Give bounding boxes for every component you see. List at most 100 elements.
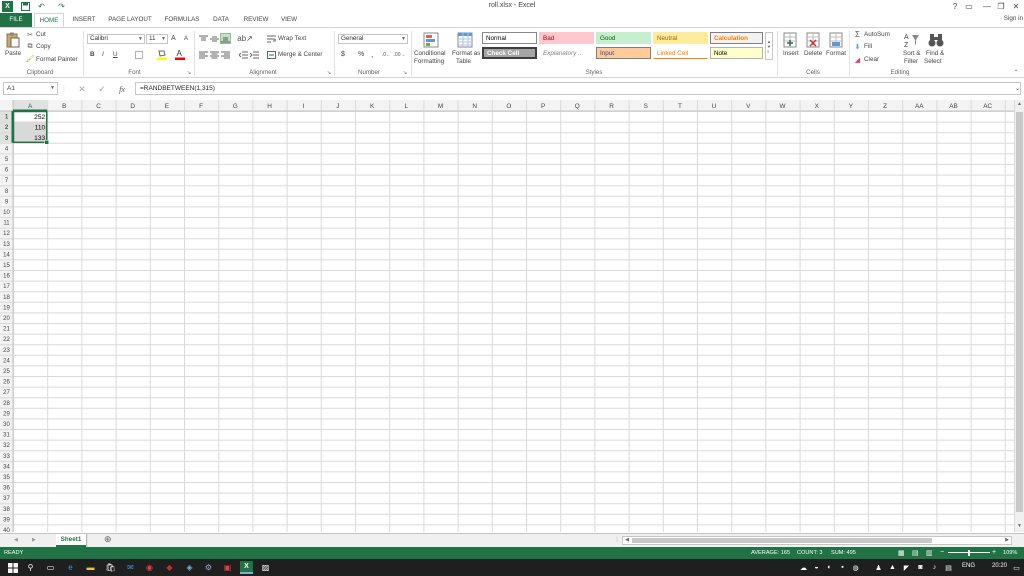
number-format-select[interactable]: General ▼: [338, 34, 408, 44]
align-right-icon[interactable]: [220, 50, 230, 59]
decrease-indent-icon[interactable]: [238, 50, 248, 59]
delete-cells-icon[interactable]: [805, 31, 821, 49]
maximize-button[interactable]: ❐: [994, 1, 1008, 12]
style-normal[interactable]: Normal: [482, 32, 537, 44]
help-button[interactable]: ?: [948, 1, 962, 12]
tab-view[interactable]: VIEW: [276, 13, 302, 27]
scroll-down-icon[interactable]: ▼: [1016, 523, 1023, 531]
tab-file[interactable]: FILE: [0, 13, 32, 27]
style-note[interactable]: Note: [710, 47, 763, 59]
windows-start-icon[interactable]: [6, 561, 19, 574]
sheet-next-icon[interactable]: ▶: [32, 537, 36, 543]
orientation-icon[interactable]: ab↗: [237, 33, 253, 43]
italic-button[interactable]: I: [102, 51, 104, 58]
bold-button[interactable]: B: [90, 51, 95, 58]
clock[interactable]: 20:20: [992, 563, 1007, 569]
font-size-select[interactable]: 11 ▼: [146, 34, 168, 44]
shrink-font-button[interactable]: A: [184, 36, 188, 42]
fill-button[interactable]: Fill: [864, 43, 872, 50]
percent-button[interactable]: %: [358, 51, 364, 58]
expand-formula-bar-icon[interactable]: ⌄: [1013, 84, 1022, 93]
scroll-left-icon[interactable]: ◀: [623, 537, 631, 544]
binoculars-icon[interactable]: [927, 31, 945, 49]
sort-filter-icon[interactable]: AZ: [903, 31, 921, 49]
mail-icon[interactable]: ✉: [124, 561, 137, 574]
add-sheet-icon[interactable]: ⊕: [104, 534, 112, 545]
increase-indent-icon[interactable]: [249, 50, 259, 59]
collapse-ribbon-icon[interactable]: ⌃: [1012, 69, 1020, 76]
style-good[interactable]: Good: [596, 32, 651, 44]
page-layout-view-icon[interactable]: ▤: [912, 549, 919, 557]
tray-icon-9[interactable]: ▤: [942, 561, 955, 574]
tray-icon-6[interactable]: ♟: [872, 561, 885, 574]
vertical-scrollbar[interactable]: ▲ ▼: [1014, 100, 1024, 532]
zoom-in-icon[interactable]: +: [992, 549, 996, 556]
volume-icon[interactable]: ♪: [928, 561, 941, 574]
enter-icon[interactable]: ✓: [96, 83, 108, 95]
style-explanatory[interactable]: Explanatory ...: [539, 47, 594, 59]
store-icon[interactable]: 🛍: [104, 561, 117, 574]
language-indicator[interactable]: ENG: [962, 563, 975, 569]
format-painter-icon[interactable]: 🖌: [26, 55, 35, 63]
tray-icon-8[interactable]: ◙: [914, 561, 927, 574]
search-icon[interactable]: ⚲: [24, 561, 37, 574]
style-calculation[interactable]: Calculation: [710, 32, 763, 44]
tray-icon-1[interactable]: ☁: [797, 561, 810, 574]
dialog-launcher-icon[interactable]: ↘: [326, 70, 332, 76]
tab-review[interactable]: REVIEW: [240, 13, 272, 27]
format-painter-button[interactable]: Format Painter: [36, 56, 78, 63]
style-neutral[interactable]: Neutral: [653, 32, 708, 44]
minimize-button[interactable]: —: [980, 1, 994, 12]
cancel-icon[interactable]: ✕: [76, 83, 88, 95]
network-icon[interactable]: ◤: [900, 561, 913, 574]
sort-filter-button[interactable]: Sort &: [903, 50, 921, 57]
currency-button[interactable]: $: [341, 51, 345, 58]
dialog-launcher-icon[interactable]: ↘: [402, 70, 408, 76]
underline-button[interactable]: U: [113, 51, 118, 58]
clear-button[interactable]: Clear: [864, 56, 879, 63]
horizontal-scrollbar[interactable]: ◀ ▶: [622, 536, 1012, 545]
cut-icon[interactable]: ✂: [26, 31, 34, 39]
zoom-slider-thumb[interactable]: [968, 550, 970, 556]
tray-icon-2[interactable]: ◒: [810, 561, 823, 574]
align-left-icon[interactable]: [198, 50, 208, 59]
font-color-icon[interactable]: A: [175, 49, 185, 60]
tab-insert[interactable]: INSERT: [68, 13, 100, 27]
scroll-up-icon[interactable]: ▲: [1016, 101, 1023, 109]
font-name-select[interactable]: Calibri ▼: [87, 34, 145, 44]
dialog-launcher-icon[interactable]: ↘: [186, 70, 192, 76]
copy-icon[interactable]: ⧉: [26, 43, 34, 51]
merge-center-button[interactable]: Merge & Center: [278, 51, 322, 58]
app-icon[interactable]: ◆: [163, 561, 176, 574]
wrap-text-icon[interactable]: [266, 34, 276, 43]
tray-icon-4[interactable]: ▪: [836, 561, 849, 574]
file-explorer-icon[interactable]: ▬: [84, 561, 97, 574]
edge-browser-icon[interactable]: e: [64, 561, 77, 574]
styles-scroll[interactable]: ▲ ▼ ≡: [765, 32, 773, 60]
increase-decimal-icon[interactable]: .0←: [381, 50, 392, 59]
conditional-formatting-button[interactable]: Conditional: [414, 50, 446, 57]
scroll-thumb[interactable]: [1016, 112, 1023, 512]
style-linked-cell[interactable]: Linked Cell: [653, 47, 708, 59]
conditional-formatting-icon[interactable]: [422, 31, 440, 49]
align-top-icon[interactable]: [198, 34, 208, 43]
fill-color-icon[interactable]: [157, 49, 167, 60]
app-icon-2[interactable]: ◈: [183, 561, 196, 574]
tab-formulas[interactable]: FORMULAS: [160, 13, 204, 27]
tray-icon-5[interactable]: ◍: [849, 561, 862, 574]
sheet-prev-icon[interactable]: ◀: [14, 537, 18, 543]
comma-button[interactable]: ,: [371, 50, 373, 59]
insert-cells-icon[interactable]: [782, 31, 798, 49]
page-break-view-icon[interactable]: ▥: [926, 549, 933, 557]
close-button[interactable]: ✕: [1009, 1, 1023, 12]
photos-icon[interactable]: ▨: [259, 561, 272, 574]
chrome-icon[interactable]: ◉: [143, 561, 156, 574]
normal-view-icon[interactable]: ▦: [898, 549, 905, 557]
format-cells-icon[interactable]: [828, 31, 844, 49]
sign-in-link[interactable]: Sign in: [1004, 15, 1023, 22]
align-bottom-icon[interactable]: [220, 33, 231, 44]
find-select-button[interactable]: Find &: [926, 50, 944, 57]
spreadsheet-grid[interactable]: A B C D E F G H I J K L M N O P Q R S T U V W X Y Z AA AB AC 1 2 3 4 5 6 7 8…: [0, 100, 1014, 532]
name-box[interactable]: A1 ▼: [3, 82, 58, 95]
zoom-level[interactable]: 109%: [1003, 550, 1017, 556]
